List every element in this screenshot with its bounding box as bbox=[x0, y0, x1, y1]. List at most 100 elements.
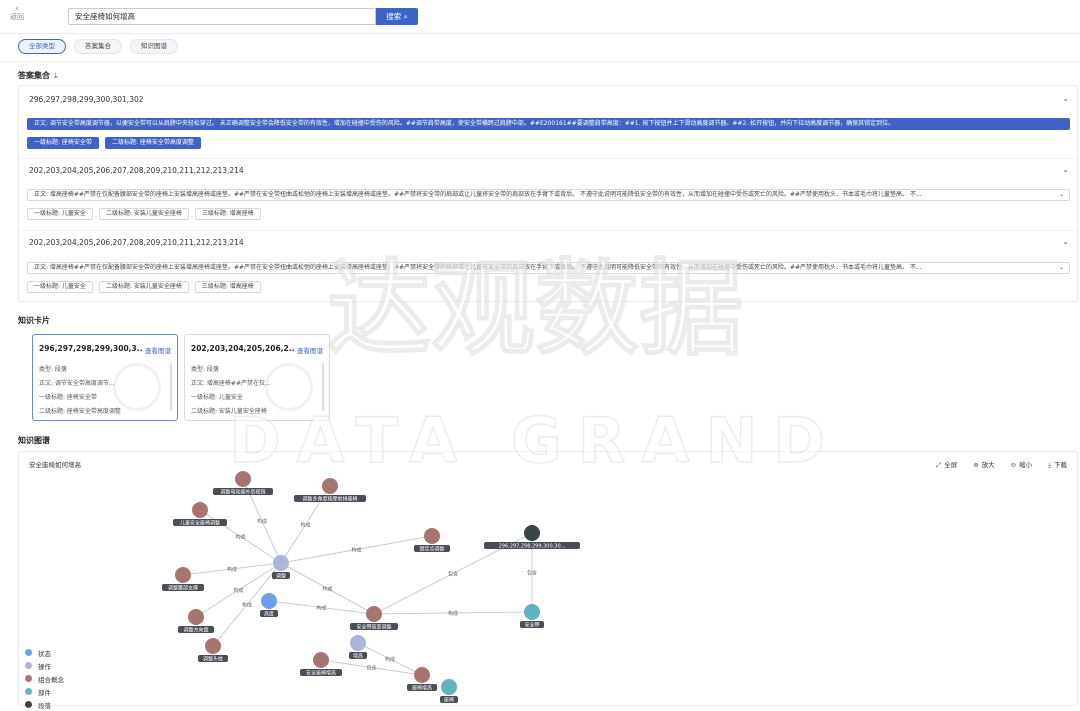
legend-item[interactable]: 段落 bbox=[25, 698, 64, 711]
graph-node-label: 固定点调整 bbox=[419, 546, 444, 553]
tag-level2[interactable]: 二级标题: 座椅安全带高度调整 bbox=[104, 137, 201, 149]
graph-node-label: 安全带 bbox=[524, 622, 539, 629]
graph-node[interactable] bbox=[175, 567, 191, 583]
answer-passage-text: 正文: 增高座椅##严禁在仅配备腰部安全带的座椅上安装增高座椅或座垫。##严禁在… bbox=[34, 264, 922, 271]
legend-label: 段落 bbox=[38, 701, 51, 710]
answers-panel: 296,297,298,299,300,301,302 ⌄ 正文: 调节安全带高… bbox=[18, 85, 1079, 302]
graph-node[interactable] bbox=[424, 528, 440, 544]
answer-passage[interactable]: 正文: 增高座椅##严禁在仅配备腰部安全带的座椅上安装增高座椅或座垫。##严禁在… bbox=[27, 262, 1070, 274]
graph-node-label: 座椅 bbox=[444, 697, 454, 704]
graph-node-label: 座椅增高 bbox=[412, 685, 432, 692]
answer-passage[interactable]: 正文: 调节安全带高度调节器，以便安全带可以从肩膀中央轻松穿过。 未正确调整安全… bbox=[27, 118, 1070, 130]
graph-node[interactable] bbox=[192, 502, 208, 518]
chevron-down-icon[interactable]: ⌄ bbox=[1059, 190, 1064, 200]
graph-node-label: 调整多角度按摩前排座椅 bbox=[302, 496, 357, 503]
search-button-label: 搜索 bbox=[386, 12, 402, 21]
card-title: 296,297,298,299,300,3... bbox=[39, 344, 143, 353]
graph-node[interactable] bbox=[205, 638, 221, 654]
answers-section-title: 答案集合 ⤓ bbox=[18, 70, 58, 81]
top-bar: ‹ 返回 搜索 ⌕ bbox=[0, 0, 1080, 34]
legend-item[interactable]: 部件 bbox=[25, 685, 64, 698]
graph-node[interactable] bbox=[441, 679, 457, 695]
view-graph-link[interactable]: 查看图谱 bbox=[145, 345, 171, 355]
tag-level3[interactable]: 三级标题: 增高座椅 bbox=[194, 208, 261, 220]
tag-level2[interactable]: 二级标题: 安装儿童安全座椅 bbox=[98, 281, 189, 293]
graph-node-label: 儿童安全座椅调整 bbox=[180, 520, 220, 527]
answer-tags: 一级标题: 儿童安全 二级标题: 安装儿童安全座椅 三级标题: 增高座椅 bbox=[27, 208, 261, 220]
card-level2: 二级标题: 安装儿童安全座椅 bbox=[191, 408, 267, 415]
card-scrollbar[interactable] bbox=[322, 363, 324, 411]
graph-node[interactable] bbox=[350, 635, 366, 651]
download-icon[interactable]: ⤓ bbox=[54, 71, 58, 81]
graph-node[interactable] bbox=[524, 604, 540, 620]
graph-node-label: 调整 bbox=[276, 573, 286, 580]
graph-edge-label: 包含 bbox=[527, 570, 537, 577]
legend-item[interactable]: 组合概念 bbox=[25, 672, 64, 685]
answer-group: 202,203,204,205,206,207,208,209,210,211,… bbox=[19, 158, 1079, 230]
tag-level3[interactable]: 三级标题: 增高座椅 bbox=[194, 281, 261, 293]
card-type: 类型: 段落 bbox=[191, 366, 219, 373]
answer-passage-text: 正文: 增高座椅##严禁在仅配备腰部安全带的座椅上安装增高座椅或座垫。##严禁在… bbox=[34, 191, 922, 198]
tab-knowledge-graph[interactable]: 知识图谱 bbox=[130, 39, 178, 54]
chevron-down-icon[interactable]: ⌄ bbox=[1059, 263, 1064, 273]
graph-node[interactable] bbox=[366, 606, 382, 622]
graph-edge-label: 构成 bbox=[242, 602, 252, 609]
answer-group: 202,203,204,205,206,207,208,209,210,211,… bbox=[19, 230, 1079, 302]
search-input[interactable] bbox=[68, 8, 376, 25]
card-body: 正文: 增高座椅##严禁在仅... bbox=[191, 380, 271, 387]
graph-canvas[interactable]: 构成构成构成构成构成构成构成构成构成构成包含 包含构成包含调整电动座外后视镜调整多… bbox=[19, 452, 1077, 705]
graph-node[interactable] bbox=[313, 652, 329, 668]
chevron-down-icon[interactable]: ⌄ bbox=[1062, 237, 1069, 246]
graph-node[interactable] bbox=[235, 471, 251, 487]
cards-section-title: 知识卡片 bbox=[18, 316, 50, 325]
tag-level1[interactable]: 一级标题: 儿童安全 bbox=[27, 208, 93, 220]
knowledge-card[interactable]: 202,203,204,205,206,2... 查看图谱 类型: 段落 正文:… bbox=[184, 334, 330, 421]
graph-node-label: 调整电动座外后视镜 bbox=[220, 489, 265, 496]
chevron-down-icon[interactable]: ⌄ bbox=[1062, 94, 1069, 103]
view-graph-link[interactable]: 查看图谱 bbox=[297, 345, 323, 355]
search-button[interactable]: 搜索 ⌕ bbox=[376, 8, 418, 25]
legend-label: 组合概念 bbox=[38, 675, 64, 684]
graph-edge-label: 构成 bbox=[351, 547, 361, 554]
graph-node-label: 296,297,298,299,300,30... bbox=[499, 544, 566, 550]
card-level1: 一级标题: 儿童安全 bbox=[191, 394, 243, 401]
graph-edge-label: 包含 bbox=[448, 571, 458, 578]
answer-group-ids: 202,203,204,205,206,207,208,209,210,211,… bbox=[29, 238, 244, 247]
graph-node[interactable] bbox=[414, 667, 430, 683]
tag-level1[interactable]: 一级标题: 儿童安全 bbox=[27, 281, 93, 293]
chevron-down-icon[interactable]: ⌄ bbox=[1062, 165, 1069, 174]
legend-label: 操作 bbox=[38, 662, 51, 671]
graph-edge-label: 构成 bbox=[257, 518, 267, 525]
answer-tags: 一级标题: 儿童安全 二级标题: 安装儿童安全座椅 三级标题: 增高座椅 bbox=[27, 281, 261, 293]
legend-item[interactable]: 操作 bbox=[25, 659, 64, 672]
card-watermark-icon bbox=[113, 363, 161, 411]
graph-node-label: 高度 bbox=[264, 611, 274, 618]
search-icon: ⌕ bbox=[403, 12, 408, 21]
divider bbox=[0, 61, 1080, 62]
card-level2: 二级标题: 座椅安全带高度调整 bbox=[39, 408, 121, 415]
tab-answer-set[interactable]: 答案集合 bbox=[74, 39, 122, 54]
graph-node[interactable] bbox=[273, 555, 289, 571]
graph-node[interactable] bbox=[261, 593, 277, 609]
graph-edge-label: 构成 bbox=[300, 522, 310, 529]
back-button[interactable]: ‹ 返回 bbox=[7, 5, 27, 22]
answer-passage-text: 正文: 调节安全带高度调节器，以便安全带可以从肩膀中央轻松穿过。 未正确调整安全… bbox=[34, 120, 895, 127]
card-type: 类型: 段落 bbox=[39, 366, 67, 373]
graph-edge-label: 包含 bbox=[366, 665, 376, 672]
graph-edge-label: 构成 bbox=[235, 534, 245, 541]
legend-dot bbox=[25, 662, 32, 669]
graph-node[interactable] bbox=[188, 609, 204, 625]
tab-all-types[interactable]: 全部类型 bbox=[18, 39, 66, 54]
legend-label: 部件 bbox=[38, 688, 51, 697]
legend-item[interactable]: 状态 bbox=[25, 646, 64, 659]
answer-passage[interactable]: 正文: 增高座椅##严禁在仅配备腰部安全带的座椅上安装增高座椅或座垫。##严禁在… bbox=[27, 189, 1070, 201]
tag-level1[interactable]: 一级标题: 座椅安全带 bbox=[27, 137, 99, 149]
knowledge-card[interactable]: 296,297,298,299,300,3... 查看图谱 类型: 段落 正文:… bbox=[32, 334, 178, 421]
graph-node[interactable] bbox=[322, 478, 338, 494]
card-scrollbar[interactable] bbox=[170, 363, 172, 411]
card-watermark-icon bbox=[265, 363, 313, 411]
legend-dot bbox=[25, 688, 32, 695]
graph-node-label: 安全座椅增高 bbox=[306, 670, 336, 677]
tag-level2[interactable]: 二级标题: 安装儿童安全座椅 bbox=[98, 208, 189, 220]
graph-node[interactable] bbox=[524, 525, 540, 541]
